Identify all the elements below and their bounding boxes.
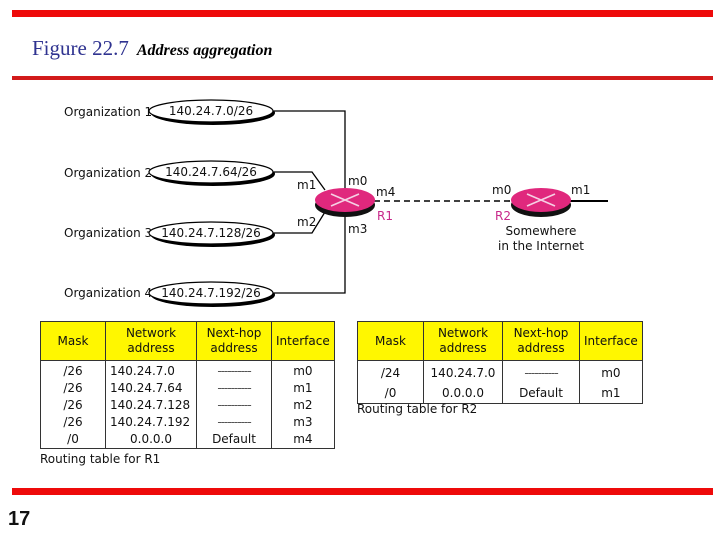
- r2-location-line2: in the Internet: [498, 239, 584, 253]
- cell-next-hop: Default: [196, 431, 272, 449]
- table-header-row: Mask Network address Next-hop address Inte…: [357, 321, 643, 361]
- table-row: /0 0.0.0.0 Default m4: [40, 431, 335, 449]
- bottom-accent-bar: [12, 488, 713, 495]
- cell-interface: m1: [579, 383, 643, 404]
- org-label: Organization 4: [64, 286, 152, 300]
- table-header-row: Mask Network address Next-hop address Inte…: [40, 321, 335, 361]
- r2-label: R2: [495, 209, 511, 223]
- r1-m3-label: m3: [348, 222, 367, 236]
- r1-m0-label: m0: [348, 174, 367, 188]
- cell-network: 140.24.7.0: [105, 360, 197, 380]
- org-label: Organization 2: [64, 166, 152, 180]
- cell-mask: /0: [357, 383, 424, 404]
- cell-network: 140.24.7.128: [105, 397, 197, 414]
- table-row: /0 0.0.0.0 Default m1: [357, 383, 643, 404]
- cell-interface: m0: [271, 360, 335, 380]
- col-next-hop-l1: Next-hop: [513, 326, 569, 340]
- routing-table-r2-caption: Routing table for R2: [357, 402, 478, 416]
- col-network-l1: Network: [437, 326, 489, 340]
- cell-interface: m0: [579, 360, 643, 383]
- table-row: /26 140.24.7.128 ---------- m2: [40, 397, 335, 414]
- table-row: /26 140.24.7.192 ---------- m3: [40, 414, 335, 431]
- table-row: /24 140.24.7.0 ---------- m0: [357, 360, 643, 383]
- cell-network: 0.0.0.0: [423, 383, 503, 404]
- org-label: Organization 3: [64, 226, 152, 240]
- cell-network: 140.24.7.0: [423, 360, 503, 383]
- table-row: /26 140.24.7.0 ---------- m0: [40, 360, 335, 380]
- col-mask: Mask: [357, 321, 424, 361]
- routing-table-r1-caption: Routing table for R1: [40, 452, 161, 466]
- cell-interface: m4: [271, 431, 335, 449]
- org-block: 140.24.7.128/26: [161, 226, 260, 240]
- col-network-l1: Network: [125, 326, 177, 340]
- col-network: Network address: [423, 321, 503, 361]
- cell-next-hop: ----------: [196, 380, 272, 397]
- r1-label: R1: [377, 209, 393, 223]
- r1-m1-label: m1: [297, 178, 316, 192]
- col-interface: Interface: [579, 321, 643, 361]
- page-number: 17: [8, 508, 31, 530]
- cell-mask: /26: [40, 397, 106, 414]
- router-r2: [511, 188, 571, 217]
- cell-network: 0.0.0.0: [105, 431, 197, 449]
- org-2: Organization 2 140.24.7.64/26: [64, 160, 275, 186]
- r2-m0-label: m0: [492, 183, 511, 197]
- col-next-hop: Next-hop address: [196, 321, 272, 361]
- r1-m2-label: m2: [297, 215, 316, 229]
- r1-m4-label: m4: [376, 185, 395, 199]
- col-next-hop: Next-hop address: [502, 321, 580, 361]
- cell-next-hop: ----------: [196, 360, 272, 380]
- org-3: Organization 3 140.24.7.128/26: [64, 221, 275, 247]
- org-block: 140.24.7.0/26: [169, 104, 253, 118]
- router-r1: [315, 188, 375, 217]
- col-network: Network address: [105, 321, 197, 361]
- org-block: 140.24.7.192/26: [161, 286, 260, 300]
- org-label: Organization 1: [64, 105, 152, 119]
- org-block: 140.24.7.64/26: [165, 165, 257, 179]
- col-mask: Mask: [40, 321, 106, 361]
- cell-interface: m1: [271, 380, 335, 397]
- cell-next-hop: ----------: [196, 397, 272, 414]
- cell-next-hop: ----------: [502, 360, 580, 383]
- col-next-hop-l1: Next-hop: [206, 326, 262, 340]
- cell-interface: m3: [271, 414, 335, 431]
- org-4: Organization 4 140.24.7.192/26: [64, 281, 275, 307]
- cell-mask: /26: [40, 360, 106, 380]
- col-network-l2: address: [439, 341, 487, 355]
- col-next-hop-l2: address: [210, 341, 258, 355]
- cell-mask: /0: [40, 431, 106, 449]
- r2-m1-label: m1: [571, 183, 590, 197]
- table-row: /26 140.24.7.64 ---------- m1: [40, 380, 335, 397]
- cell-mask: /24: [357, 360, 424, 383]
- cell-next-hop: Default: [502, 383, 580, 404]
- org-1: Organization 1 140.24.7.0/26: [64, 99, 275, 125]
- routing-table-r2: Mask Network address Next-hop address Inte…: [357, 321, 643, 404]
- cell-mask: /26: [40, 414, 106, 431]
- cell-next-hop: ----------: [196, 414, 272, 431]
- col-next-hop-l2: address: [517, 341, 565, 355]
- col-interface: Interface: [271, 321, 335, 361]
- cell-interface: m2: [271, 397, 335, 414]
- routing-table-r1: Mask Network address Next-hop address Inte…: [40, 321, 335, 449]
- r2-location-line1: Somewhere: [506, 224, 577, 238]
- cell-mask: /26: [40, 380, 106, 397]
- cell-network: 140.24.7.64: [105, 380, 197, 397]
- cell-network: 140.24.7.192: [105, 414, 197, 431]
- col-network-l2: address: [127, 341, 175, 355]
